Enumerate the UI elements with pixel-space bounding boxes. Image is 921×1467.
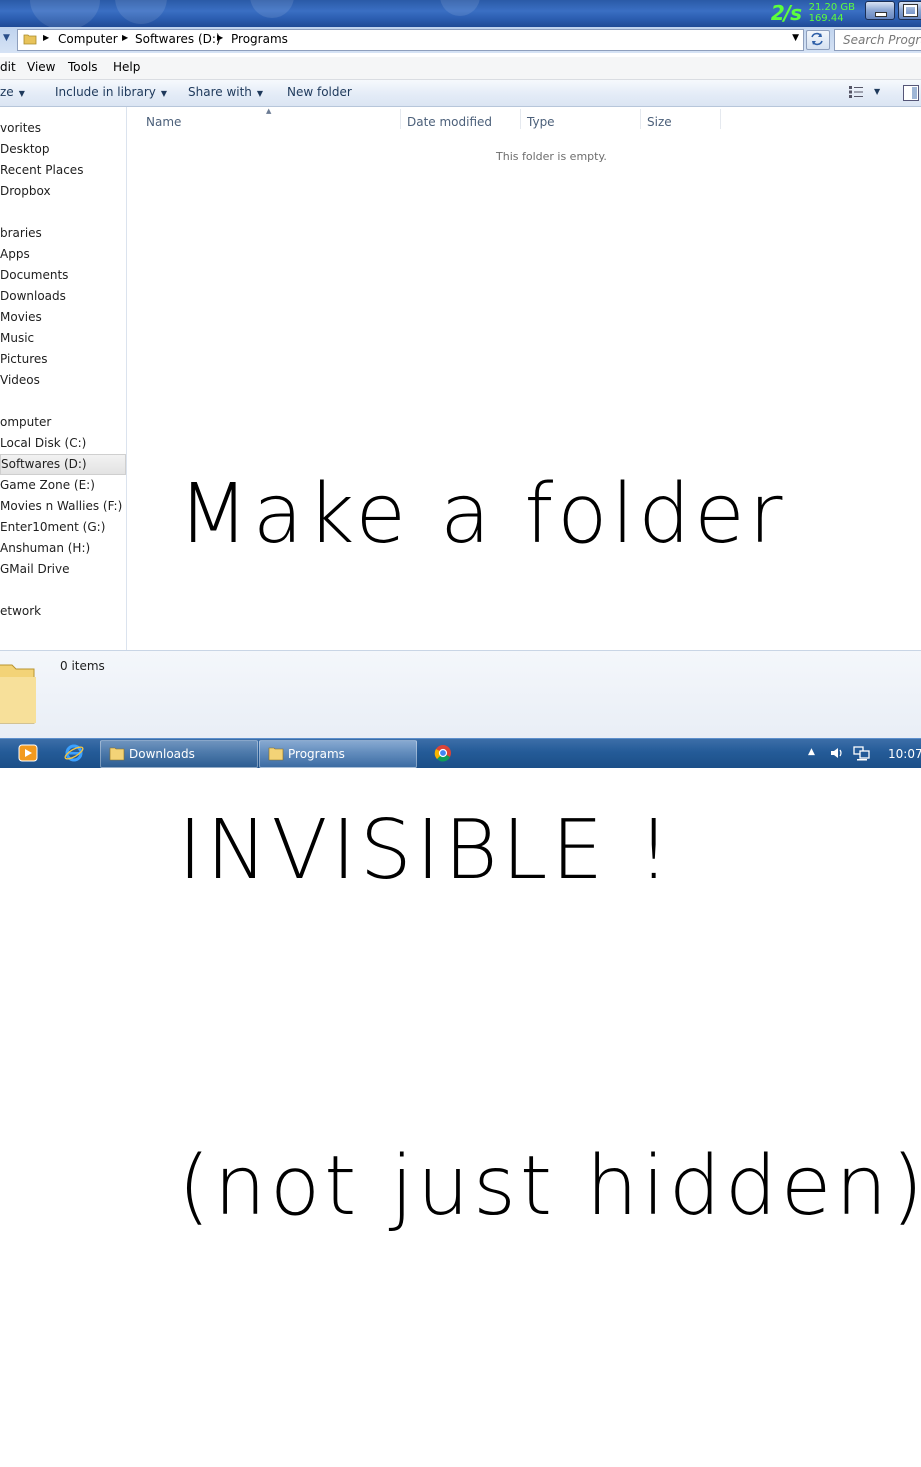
sort-ascending-icon: ▲: [266, 107, 271, 115]
folder-icon: [23, 32, 37, 46]
view-dropdown-chevron-icon[interactable]: ▼: [874, 87, 880, 96]
overlay-line-1: Make a folder: [178, 459, 918, 571]
taskbar-programs-label: Programs: [288, 747, 345, 761]
refresh-button[interactable]: [806, 30, 830, 50]
preview-pane-icon[interactable]: [903, 85, 919, 101]
nav-desktop[interactable]: Desktop: [0, 140, 126, 159]
disk-stats: 21.20 GB 169.44: [809, 2, 855, 24]
taskbar: Downloads Programs ▲ 10:07: [0, 738, 921, 768]
include-label: Include in library: [55, 85, 156, 99]
column-divider[interactable]: [720, 109, 721, 129]
organize-label: ze: [0, 85, 14, 99]
taskbar-programs-button[interactable]: Programs: [259, 740, 417, 768]
view-options-icon[interactable]: [849, 86, 863, 98]
nav-favorites[interactable]: vorites: [0, 119, 126, 138]
details-pane: 0 items: [0, 650, 921, 739]
command-bar: ze ▼ Include in library ▼ Share with ▼ New …: [0, 80, 921, 107]
item-count: 0 items: [60, 659, 105, 673]
show-hidden-icons-icon[interactable]: ▲: [808, 747, 815, 757]
nav-softwares-d[interactable]: Softwares (D:): [0, 454, 126, 475]
column-date-modified[interactable]: Date modified: [407, 115, 492, 129]
chrome-icon[interactable]: [433, 744, 453, 762]
nav-movies-n-wallies-f[interactable]: Movies n Wallies (F:): [0, 497, 126, 516]
clock[interactable]: 10:07: [888, 747, 921, 761]
maximize-button[interactable]: [898, 1, 921, 20]
nav-libraries[interactable]: braries: [0, 224, 126, 243]
nav-movies[interactable]: Movies: [0, 308, 126, 327]
nav-pictures[interactable]: Pictures: [0, 350, 126, 369]
nav-apps[interactable]: Apps: [0, 245, 126, 264]
media-player-icon[interactable]: [18, 744, 38, 762]
minimize-button[interactable]: [865, 1, 895, 20]
crumb-arrow-icon[interactable]: ▶: [217, 33, 223, 42]
column-name[interactable]: Name: [146, 115, 181, 129]
chevron-down-icon: ▼: [257, 89, 263, 98]
folder-icon: [268, 746, 284, 761]
share-label: Share with: [188, 85, 252, 99]
search-input[interactable]: Search Programs: [834, 29, 921, 51]
crumb-arrow-icon[interactable]: ▶: [122, 33, 128, 42]
network-speed-label: 2/s: [771, 1, 801, 25]
organize-button[interactable]: ze ▼: [0, 85, 25, 99]
taskbar-downloads-button[interactable]: Downloads: [100, 740, 258, 768]
overlay-line-3: (not just hidden): [178, 1131, 918, 1243]
menu-tools[interactable]: Tools: [68, 60, 98, 74]
folder-icon: [0, 661, 40, 727]
nav-enter10ment-g[interactable]: Enter10ment (G:): [0, 518, 126, 537]
disk-stat-1: 21.20 GB: [809, 2, 855, 13]
breadcrumb-computer[interactable]: Computer: [58, 32, 118, 46]
breadcrumb-programs[interactable]: Programs: [231, 32, 288, 46]
file-list[interactable]: ▲ Name Date modified Type Size This fold…: [128, 107, 921, 650]
address-dropdown-icon[interactable]: ▼: [792, 33, 799, 43]
chevron-down-icon: ▼: [19, 89, 25, 98]
chevron-down-icon: ▼: [161, 89, 167, 98]
column-type[interactable]: Type: [527, 115, 555, 129]
network-icon[interactable]: [853, 745, 871, 761]
taskbar-downloads-label: Downloads: [129, 747, 195, 761]
menu-view[interactable]: View: [27, 60, 55, 74]
column-divider[interactable]: [640, 109, 641, 129]
include-in-library-button[interactable]: Include in library ▼: [55, 85, 167, 99]
nav-dropbox[interactable]: Dropbox: [0, 182, 126, 201]
address-bar[interactable]: ▶ Computer ▶ Softwares (D:) ▶ Programs ▼: [17, 29, 804, 51]
nav-recent-places[interactable]: Recent Places: [0, 161, 126, 180]
disk-stat-2: 169.44: [809, 13, 855, 24]
nav-downloads[interactable]: Downloads: [0, 287, 126, 306]
menu-bar: dit View Tools Help: [0, 57, 921, 80]
refresh-icon: [807, 31, 827, 47]
overlay-line-2: INVISIBLE !: [178, 795, 918, 907]
nav-game-zone-e[interactable]: Game Zone (E:): [0, 476, 126, 495]
nav-music[interactable]: Music: [0, 329, 126, 348]
menu-help[interactable]: Help: [113, 60, 140, 74]
nav-network[interactable]: etwork: [0, 602, 126, 621]
nav-local-disk-c[interactable]: Local Disk (C:): [0, 434, 126, 453]
window-titlebar: 2/s 21.20 GB 169.44: [0, 0, 921, 27]
new-folder-button[interactable]: New folder: [287, 85, 352, 99]
nav-documents[interactable]: Documents: [0, 266, 126, 285]
nav-computer[interactable]: omputer: [0, 413, 126, 432]
nav-anshuman-h[interactable]: Anshuman (H:): [0, 539, 126, 558]
nav-videos[interactable]: Videos: [0, 371, 126, 390]
share-with-button[interactable]: Share with ▼: [188, 85, 263, 99]
menu-edit[interactable]: dit: [0, 60, 16, 74]
overlay-caption: Make a folder INVISIBLE ! (not just hidd…: [178, 235, 918, 1467]
navigation-pane: vorites Desktop Recent Places Dropbox br…: [0, 107, 127, 650]
breadcrumb-softwares[interactable]: Softwares (D:): [135, 32, 221, 46]
address-row: ▼ ▶ Computer ▶ Softwares (D:) ▶ Programs…: [0, 27, 921, 53]
nav-gmail-drive[interactable]: GMail Drive: [0, 560, 126, 579]
column-size[interactable]: Size: [647, 115, 672, 129]
column-divider[interactable]: [520, 109, 521, 129]
volume-icon[interactable]: [829, 745, 845, 761]
crumb-arrow-icon[interactable]: ▶: [43, 33, 49, 42]
column-divider[interactable]: [400, 109, 401, 129]
internet-explorer-icon[interactable]: [64, 744, 84, 762]
search-placeholder: Search Programs: [843, 33, 921, 47]
folder-icon: [109, 746, 125, 761]
recent-pages-chevron-icon[interactable]: ▼: [3, 33, 10, 43]
empty-folder-message: This folder is empty.: [496, 150, 607, 163]
